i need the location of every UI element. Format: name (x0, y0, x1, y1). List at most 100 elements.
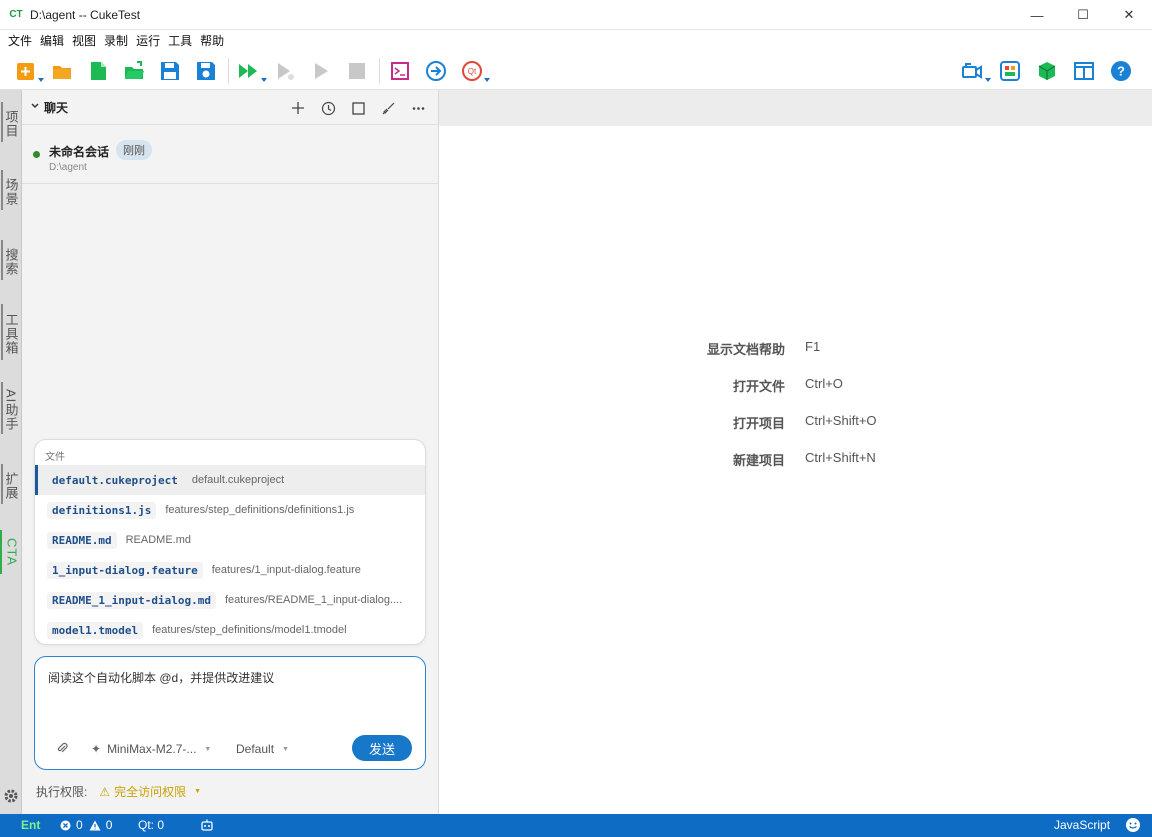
caret-down-icon: ▼ (194, 788, 202, 795)
minimize-button[interactable]: — (1014, 0, 1060, 30)
send-button[interactable]: 发送 (352, 735, 412, 761)
tab-project[interactable]: 项目 (0, 104, 22, 144)
more-icon (412, 106, 424, 110)
tab-search[interactable]: 搜索 (0, 242, 22, 282)
file-option-name: README.md (47, 531, 117, 549)
session-time-badge: 刚刚 (116, 140, 152, 160)
status-bar: Ent 0 0 Qt: 0 JavaScript (0, 814, 1152, 837)
menu-run[interactable]: 运行 (132, 30, 164, 52)
open-folder-icon[interactable] (48, 57, 76, 85)
file-option[interactable]: README_1_input-dialog.md features/README… (35, 585, 425, 615)
file-option-path: features/README_1_input-dialog.... (224, 594, 403, 606)
run-icon[interactable] (307, 57, 335, 85)
tab-cta[interactable]: CTA (0, 530, 22, 574)
popup-label: 文件 (45, 452, 65, 463)
feedback-smiley-icon[interactable] (1125, 817, 1141, 833)
warning-icon (89, 820, 101, 830)
chat-header: 聊天 (22, 90, 439, 125)
status-problems[interactable]: 0 0 (60, 818, 112, 832)
status-qt[interactable]: Qt: 0 (138, 818, 164, 832)
status-language[interactable]: JavaScript (1054, 818, 1110, 832)
qt-icon[interactable]: Qt (458, 57, 490, 85)
maximize-panel-button[interactable] (347, 97, 369, 119)
file-option-path: features/step_definitions/model1.tmodel (152, 624, 347, 636)
file-mention-popup: 文件 default.cukeproject default.cukeproje… (34, 439, 426, 645)
mode-select[interactable]: Default ▼ (236, 742, 289, 756)
file-option-path: README.md (125, 534, 192, 546)
record-camera-icon[interactable] (959, 57, 991, 85)
side-tab-bar: 项目 场景 搜索 工具箱 AI助手 扩展 CTA (0, 90, 22, 814)
svg-text:?: ? (1117, 64, 1125, 79)
tab-extensions[interactable]: 扩展 (0, 466, 22, 506)
file-option-path: features/step_definitions/definitions1.j… (165, 504, 355, 516)
shortcut-key: F1 (805, 339, 821, 354)
file-option-path: default.cukeproject (191, 474, 285, 486)
new-chat-button[interactable] (287, 97, 309, 119)
layout-icon[interactable] (1070, 57, 1098, 85)
open-project-icon[interactable] (120, 57, 148, 85)
file-option[interactable]: model1.tmodel features/step_definitions/… (35, 615, 425, 644)
warning-icon: ⚠ (99, 784, 111, 799)
shortcut-key: Ctrl+O (805, 376, 843, 391)
save-icon[interactable] (156, 57, 184, 85)
new-document-icon[interactable] (84, 57, 112, 85)
close-button[interactable]: ✕ (1106, 0, 1152, 30)
error-count: 0 (76, 818, 83, 832)
run-all-icon[interactable] (235, 57, 267, 85)
session-item[interactable]: 未命名会话 刚刚 D:\agent (22, 126, 439, 184)
toolbar-right: ? (959, 57, 1144, 85)
toolbar: Qt ? (0, 52, 1152, 90)
tab-toolbox-label: 工具箱 (3, 313, 19, 355)
tab-project-label: 项目 (3, 110, 19, 138)
tab-scenario-label: 场景 (3, 178, 19, 206)
navigate-icon[interactable] (422, 57, 450, 85)
clear-button[interactable] (377, 97, 399, 119)
permission-select[interactable]: ⚠ 完全访问权限 ▼ (99, 783, 201, 800)
caret-down-icon: ▼ (282, 745, 289, 753)
menu-view[interactable]: 视图 (68, 30, 100, 52)
menu-help[interactable]: 帮助 (196, 30, 228, 52)
run-step-icon[interactable] (271, 57, 299, 85)
terminal-icon[interactable] (386, 57, 414, 85)
history-button[interactable] (317, 97, 339, 119)
status-robot-icon[interactable] (200, 818, 214, 832)
status-ent[interactable]: Ent (21, 818, 40, 832)
menu-file[interactable]: 文件 (4, 30, 36, 52)
more-button[interactable] (407, 97, 429, 119)
chat-input-box[interactable]: 阅读这个自动化脚本 @d，并提供改进建议 ✦ MiniMax-M2.7-... … (34, 656, 426, 770)
tab-ai-assistant[interactable]: AI助手 (0, 384, 22, 436)
tab-scenario[interactable]: 场景 (0, 172, 22, 212)
chat-input-text[interactable]: 阅读这个自动化脚本 @d，并提供改进建议 (48, 669, 274, 686)
chat-actions (279, 97, 429, 119)
help-icon[interactable]: ? (1107, 57, 1135, 85)
tab-ai-assistant-label: AI助手 (3, 388, 19, 432)
file-option[interactable]: README.md README.md (35, 525, 425, 555)
menu-record[interactable]: 录制 (100, 30, 132, 52)
plus-icon (292, 102, 304, 114)
model-select[interactable]: ✦ MiniMax-M2.7-... ▼ (91, 742, 211, 756)
settings-gear-icon[interactable] (3, 788, 19, 804)
file-option-name: README_1_input-dialog.md (47, 591, 216, 609)
file-option[interactable]: definitions1.js features/step_definition… (35, 495, 425, 525)
brush-icon (382, 102, 394, 114)
cube-icon[interactable] (1033, 57, 1061, 85)
tab-extensions-label: 扩展 (3, 472, 19, 500)
menu-tools[interactable]: 工具 (164, 30, 196, 52)
file-option[interactable]: 1_input-dialog.feature features/1_input-… (35, 555, 425, 585)
paperclip-icon[interactable] (55, 741, 69, 755)
model-manager-icon[interactable] (996, 57, 1024, 85)
mode-select-value: Default (236, 742, 275, 756)
tab-cta-label: CTA (4, 537, 20, 567)
stop-icon[interactable] (343, 57, 371, 85)
chevron-down-icon[interactable] (30, 101, 40, 111)
save-all-icon[interactable] (192, 57, 220, 85)
maximize-button[interactable]: ☐ (1060, 0, 1106, 30)
shortcut-label: 显示文档帮助 (706, 342, 785, 357)
new-file-icon[interactable] (12, 57, 44, 85)
sparkle-icon: ✦ (91, 742, 102, 756)
tab-toolbox[interactable]: 工具箱 (0, 306, 22, 362)
menu-edit[interactable]: 编辑 (36, 30, 68, 52)
file-option[interactable]: default.cukeproject default.cukeproject (35, 465, 425, 495)
file-option-name: 1_input-dialog.feature (47, 561, 203, 579)
model-select-value: MiniMax-M2.7-... (107, 742, 197, 756)
